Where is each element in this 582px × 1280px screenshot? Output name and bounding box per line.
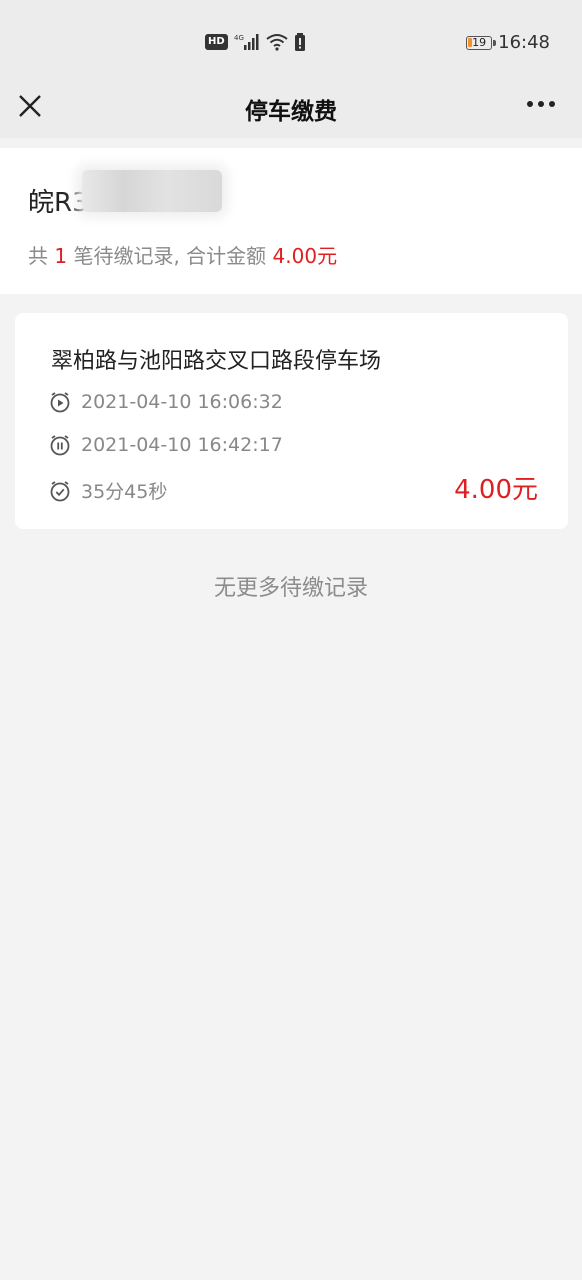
network-type: 4G [234,34,244,42]
record-amount: 4.00元 [454,475,538,505]
status-right: 19 16:48 [466,32,550,53]
end-time-row: 2021-04-10 16:42:17 [49,434,283,456]
parking-lot-name: 翠柏路与池阳路交叉口路段停车场 [51,349,382,374]
duration-row: 35分45秒 [49,477,167,504]
hd-badge: HD [205,34,228,50]
signal-icon: 4G [234,34,259,50]
parking-record-card[interactable]: 翠柏路与池阳路交叉口路段停车场 2021-04-10 16:06:32 2021… [15,313,568,529]
nav-bar: 停车缴费 [0,80,582,138]
summary-prefix: 共 [28,244,55,268]
no-more-records: 无更多待缴记录 [213,576,368,601]
status-bar: HD 4G 19 16:48 [0,0,582,80]
pending-total: 4.00元 [272,244,338,268]
start-time: 2021-04-10 16:06:32 [81,391,283,413]
page-title: 停车缴费 [245,99,337,125]
battery-icon: 19 [466,35,497,50]
battery-alert-icon [294,33,305,51]
summary-mid: 笔待缴记录, 合计金额 [67,244,273,268]
alarm-play-icon [50,392,70,413]
alarm-pause-icon [50,435,70,456]
status-icons: HD 4G [205,33,306,51]
license-plate: 皖R3 [28,188,89,218]
end-time: 2021-04-10 16:42:17 [81,434,283,456]
pending-count: 1 [54,244,68,268]
wifi-icon [266,34,288,51]
alarm-check-icon [50,480,70,501]
battery-level: 19 [472,35,487,49]
start-time-row: 2021-04-10 16:06:32 [49,391,283,413]
more-icon[interactable] [526,98,556,110]
pending-summary: 共 1 笔待缴记录, 合计金额 4.00元 [28,240,337,269]
plate-redaction-blur [82,170,222,212]
parking-duration: 35分45秒 [81,481,168,503]
clock: 16:48 [498,32,550,53]
